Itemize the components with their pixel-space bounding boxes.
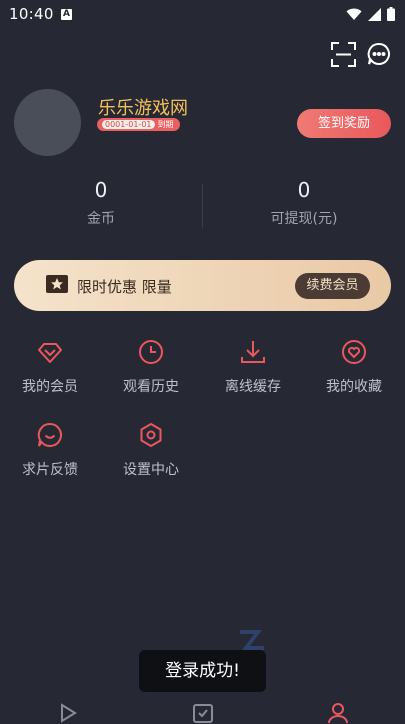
menu-item-favorites[interactable]: 我的收藏 [304,339,404,409]
menu-item-my-vip[interactable]: 我的会员 [0,339,100,409]
username[interactable]: 乐乐游戏网 [98,94,188,120]
menu-item-settings[interactable]: 设置中心 [101,422,201,492]
menu-label: 我的会员 [22,379,78,395]
vip-date: 0001-01-01 [102,120,155,129]
status-icons [346,7,395,21]
status-time: 10:40 [9,5,54,23]
menu-item-feedback[interactable]: 求片反馈 [0,422,100,492]
vip-expiry-badge: 0001-01-01 到期 [97,118,180,131]
battery-icon [387,7,395,21]
renew-vip-button[interactable]: 续费会员 [295,273,370,299]
vip-expire-text: 到期 [157,120,174,129]
menu-item-watch-history[interactable]: 观看历史 [101,339,201,409]
menu-item-offline-cache[interactable]: 离线缓存 [203,339,303,409]
stats-divider [202,184,203,228]
menu-label: 设置中心 [123,462,179,478]
heart-icon [342,340,366,364]
scan-button[interactable] [331,42,356,67]
toast-message: 登录成功! [139,650,266,692]
scan-icon [331,42,356,67]
notification-a-icon: A [61,9,72,20]
coins-label: 金币 [87,211,115,227]
vip-star-icon [46,275,68,293]
menu-label: 观看历史 [123,379,179,395]
signin-reward-button[interactable]: 签到奖励 [297,109,391,138]
message-icon [367,42,390,65]
notification-a-letter: A [63,9,70,19]
menu-label: 求片反馈 [22,462,78,478]
withdraw-value: 0 [297,178,311,202]
menu-label: 离线缓存 [225,379,281,395]
download-icon [241,341,265,363]
nav-profile-icon[interactable] [327,702,349,724]
settings-icon [140,423,162,447]
avatar[interactable] [14,89,81,156]
chat-icon [37,422,62,447]
coins-value: 0 [94,178,108,202]
signal-icon [368,7,381,21]
nav-task-icon[interactable] [192,702,214,724]
nav-play-icon[interactable] [57,702,79,724]
vip-promo-text: 限时优惠 限量 [77,278,172,296]
message-button[interactable] [367,42,391,66]
withdraw-label: 可提现(元) [270,211,338,227]
menu-label: 我的收藏 [326,379,382,395]
wifi-icon [346,8,362,20]
clock-icon [139,340,163,364]
watermark-logo [238,628,266,652]
diamond-icon [38,343,62,363]
